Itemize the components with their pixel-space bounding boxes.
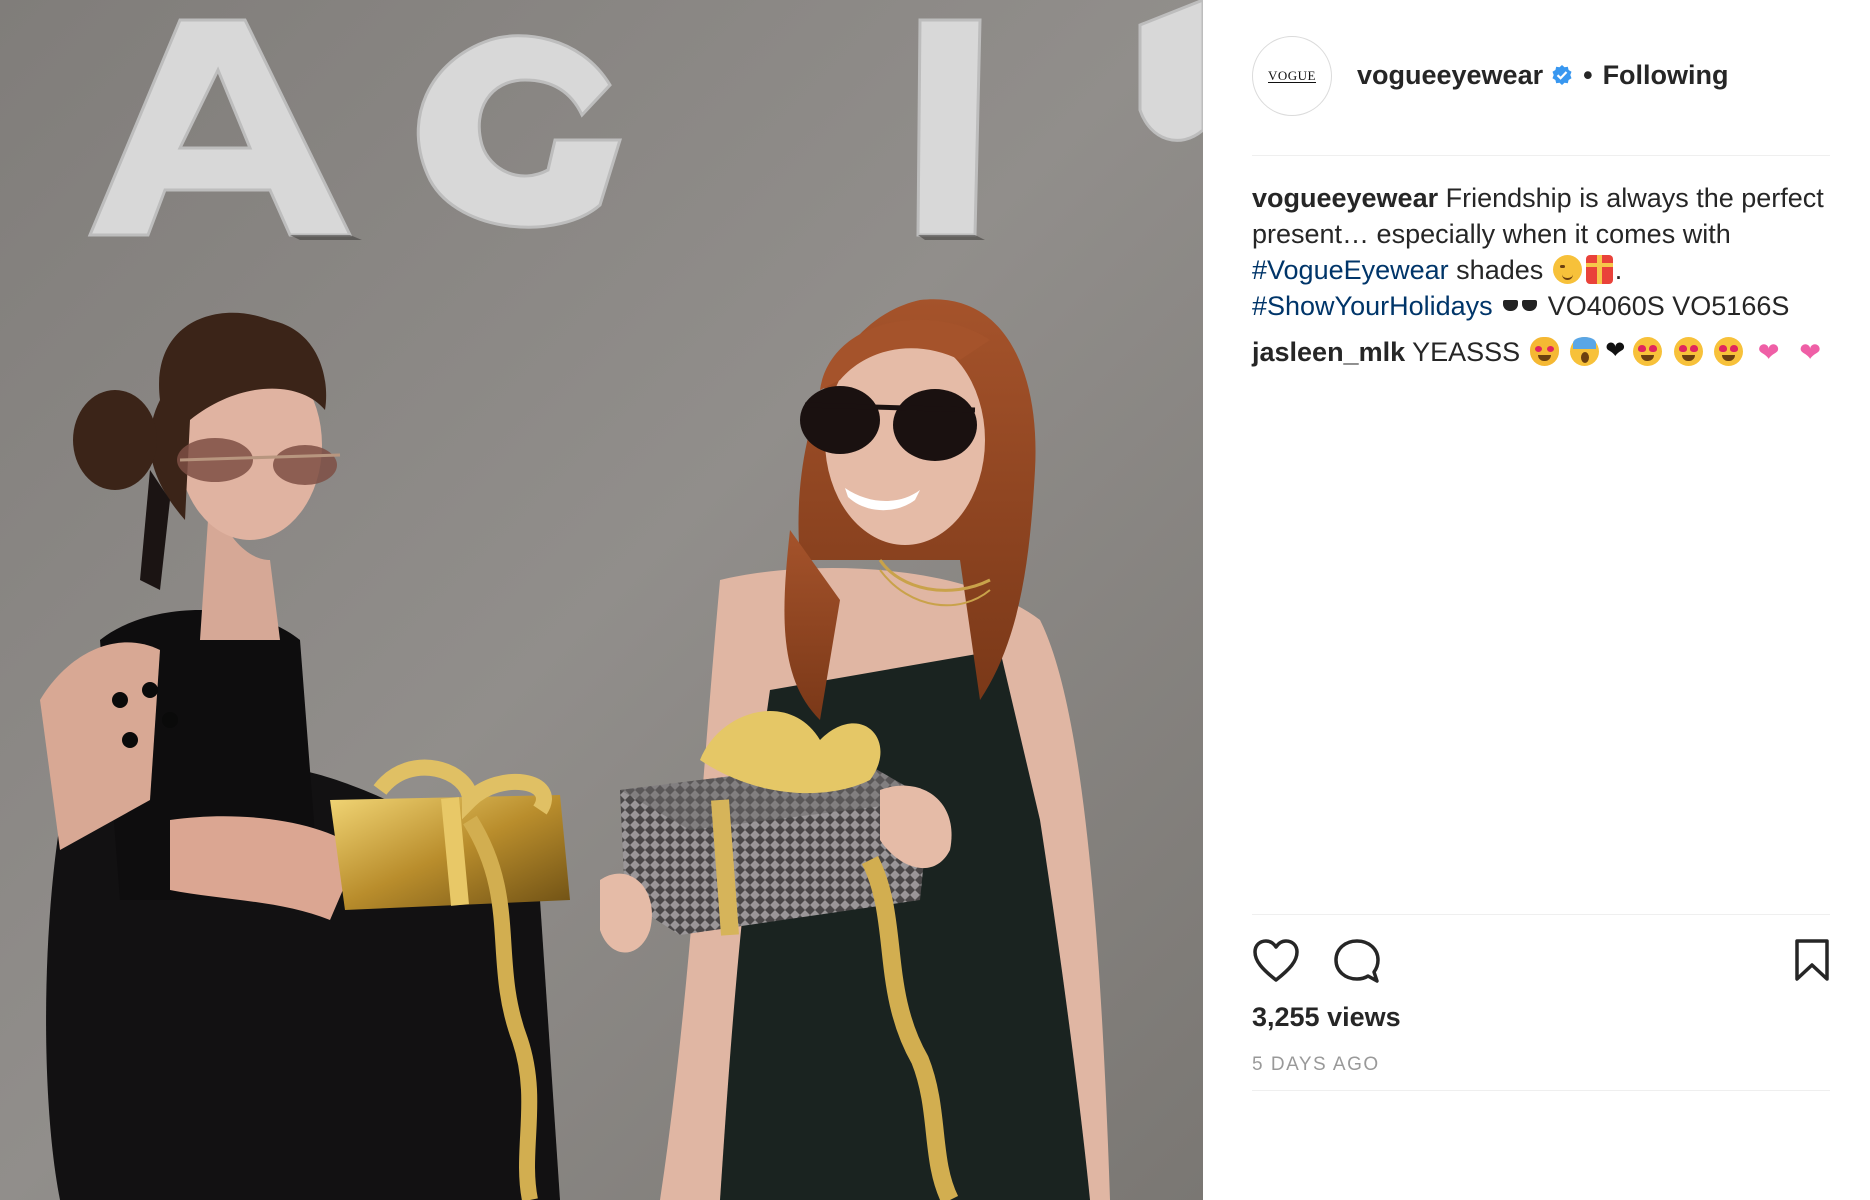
heart-eyes-emoji-icon (1673, 337, 1703, 366)
post-header: VOGUE vogueeyewear • Following (1252, 36, 1830, 156)
comments-section: vogueeyewear Friendship is always the pe… (1252, 180, 1830, 380)
post-timestamp[interactable]: 5 DAYS AGO (1252, 1054, 1380, 1076)
black-heart-emoji-icon (1603, 333, 1629, 369)
following-button[interactable]: Following (1603, 59, 1729, 91)
action-bar (1252, 938, 1830, 984)
instagram-post: VOGUE vogueeyewear • Following vogueeyew… (0, 0, 1870, 1200)
caption-text: . (1614, 255, 1623, 285)
caption: vogueeyewear Friendship is always the pe… (1252, 180, 1830, 324)
gift-emoji-icon (1585, 255, 1613, 284)
comment-item: jasleen_mlk YEASSS (1252, 333, 1830, 370)
caption-text: VO4060S VO5166S (1547, 291, 1790, 321)
sunglasses-emoji-icon (1502, 291, 1538, 320)
hashtag-link[interactable]: #VogueEyewear (1252, 255, 1449, 285)
caption-username-link[interactable]: vogueeyewear (1252, 183, 1438, 213)
heart-eyes-emoji-icon (1714, 337, 1744, 366)
heart-eyes-cat-emoji-icon (1529, 337, 1559, 366)
header-info: vogueeyewear • Following (1357, 59, 1729, 91)
hashtag-link[interactable]: #ShowYourHolidays (1252, 291, 1493, 321)
divider (1252, 914, 1830, 915)
post-sidebar: VOGUE vogueeyewear • Following vogueeyew… (1203, 0, 1870, 1200)
heart-icon[interactable] (1252, 938, 1300, 989)
verified-badge-icon (1551, 64, 1573, 86)
comment-icon[interactable] (1334, 938, 1380, 989)
header-username-link[interactable]: vogueeyewear (1357, 59, 1543, 91)
avatar-logo-text: VOGUE (1268, 67, 1316, 83)
photo-illustration (0, 0, 1203, 1200)
wink-emoji-icon (1552, 255, 1582, 284)
bookmark-icon[interactable] (1794, 938, 1830, 987)
scream-emoji-icon (1570, 337, 1600, 366)
caption-text: shades (1456, 255, 1544, 285)
divider (1252, 1090, 1830, 1091)
avatar[interactable]: VOGUE (1252, 36, 1332, 116)
post-image[interactable] (0, 0, 1203, 1200)
heart-eyes-emoji-icon (1633, 337, 1663, 366)
comment-text: YEASSS (1412, 337, 1521, 367)
comment-username-link[interactable]: jasleen_mlk (1252, 337, 1405, 367)
growing-heart-emoji-icon (1796, 334, 1826, 370)
growing-heart-emoji-icon (1755, 334, 1785, 370)
header-separator: • (1583, 60, 1593, 90)
view-count[interactable]: 3,255 views (1252, 1002, 1401, 1033)
